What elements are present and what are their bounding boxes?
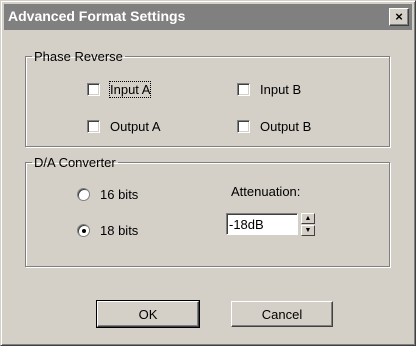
input-a-label: Input A [108, 81, 152, 98]
spin-down-button[interactable]: ▼ [301, 225, 315, 236]
output-b-checkbox[interactable]: Output B [237, 119, 311, 134]
radio-18-bits-label: 18 bits [100, 223, 139, 238]
ok-button[interactable]: OK [96, 300, 200, 328]
title-bar[interactable]: Advanced Format Settings × [4, 4, 412, 30]
close-icon: × [395, 9, 403, 24]
cancel-button[interactable]: Cancel [231, 301, 333, 327]
output-a-checkbox-box[interactable] [87, 120, 100, 133]
output-a-checkbox[interactable]: Output A [87, 119, 161, 134]
spin-up-icon: ▲ [304, 215, 312, 222]
phase-reverse-group: Phase Reverse [25, 49, 390, 147]
dialog-window: Advanced Format Settings × Phase Reverse… [0, 0, 416, 346]
output-b-checkbox-box[interactable] [237, 120, 250, 133]
radio-18-bits[interactable]: 18 bits [77, 223, 138, 238]
spin-down-icon: ▼ [304, 227, 312, 234]
output-a-label: Output A [110, 119, 161, 134]
input-b-label: Input B [260, 82, 302, 97]
output-b-label: Output B [260, 119, 312, 134]
radio-18-bits-circle[interactable] [77, 224, 90, 237]
spin-up-button[interactable]: ▲ [301, 213, 315, 224]
phase-reverse-legend: Phase Reverse [34, 49, 123, 64]
radio-selected-dot [82, 229, 86, 233]
input-a-checkbox-box[interactable] [87, 83, 100, 96]
attenuation-label: Attenuation: [231, 184, 301, 199]
input-a-checkbox[interactable]: Input A [87, 81, 152, 98]
window-title: Advanced Format Settings [8, 8, 186, 24]
radio-16-bits[interactable]: 16 bits [77, 187, 138, 202]
input-b-checkbox-box[interactable] [237, 83, 250, 96]
da-converter-legend: D/A Converter [34, 155, 116, 170]
attenuation-input[interactable]: -18dB [226, 213, 298, 235]
radio-16-bits-label: 16 bits [100, 187, 139, 202]
radio-16-bits-circle[interactable] [77, 188, 90, 201]
da-converter-group: D/A Converter [25, 155, 390, 267]
close-button[interactable]: × [389, 8, 409, 26]
input-b-checkbox[interactable]: Input B [237, 82, 301, 97]
